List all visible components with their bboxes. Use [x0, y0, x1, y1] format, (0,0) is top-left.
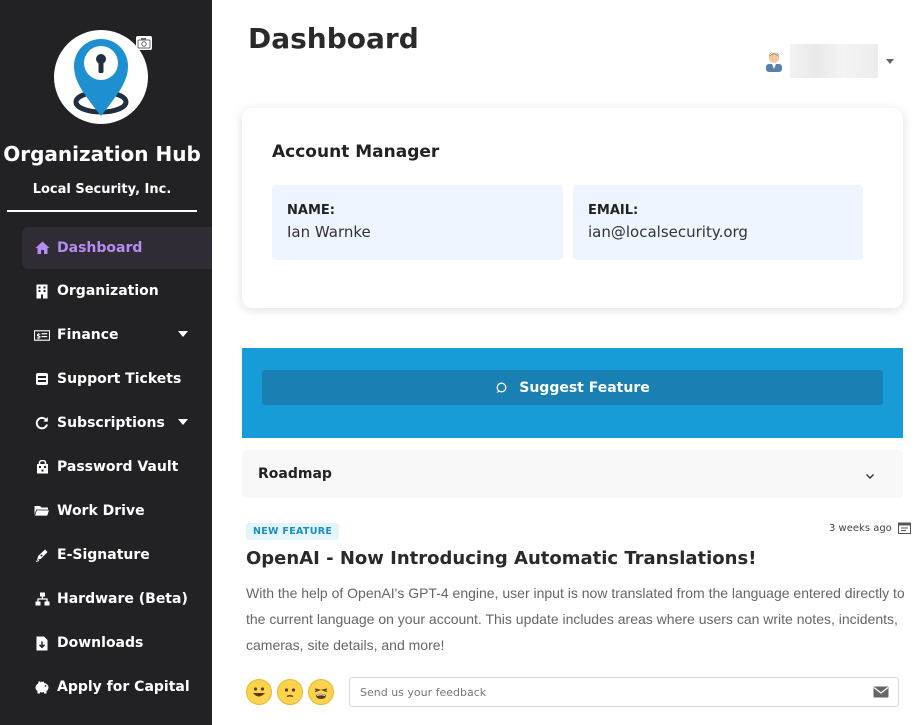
chevron-down-icon[interactable]: [178, 419, 188, 425]
name-value: Ian Warnke: [287, 223, 371, 241]
feedback-input[interactable]: [349, 677, 899, 707]
home-icon: [34, 240, 50, 256]
name-box: NAME: Ian Warnke: [272, 185, 563, 260]
download-file-icon: [34, 635, 50, 651]
email-value[interactable]: ian@localsecurity.org: [588, 223, 848, 241]
happy-face-icon[interactable]: [246, 679, 272, 705]
timestamp-text: 3 weeks ago: [829, 522, 892, 534]
roadmap-label: Roadmap: [258, 466, 332, 482]
user-menu[interactable]: [764, 44, 896, 78]
sidebar-item-label: Finance: [57, 327, 119, 343]
tired-face-icon[interactable]: [308, 679, 334, 705]
sidebar-item-dashboard[interactable]: Dashboard: [22, 227, 212, 269]
sidebar-item-finance[interactable]: $ Finance: [22, 313, 212, 357]
sidebar-item-label: Hardware (Beta): [57, 591, 188, 607]
name-label: NAME:: [287, 203, 335, 218]
suggest-feature-label: Suggest Feature: [519, 379, 650, 396]
chevron-down-icon[interactable]: [178, 331, 188, 337]
sidebar: Organization Hub Local Security, Inc. Da…: [0, 0, 212, 725]
chevron-down-icon: [865, 467, 875, 485]
sidebar-item-organization[interactable]: Organization: [22, 269, 212, 313]
sidebar-nav: Dashboard Organization $ Finance Support…: [22, 227, 212, 709]
sidebar-item-label: Work Drive: [57, 503, 145, 519]
building-icon: [34, 283, 50, 299]
ticket-icon: [34, 371, 50, 387]
divider: [7, 210, 197, 212]
org-logo[interactable]: [54, 30, 152, 126]
chevron-down-icon[interactable]: [886, 58, 894, 64]
location-lock-icon: [73, 39, 129, 116]
sidebar-item-label: E-Signature: [57, 547, 150, 563]
camera-icon[interactable]: [136, 36, 152, 50]
network-icon: [34, 591, 50, 607]
sidebar-item-apply-for-capital[interactable]: Apply for Capital: [22, 665, 212, 709]
chat-bubble-icon: [496, 382, 507, 393]
roadmap-accordion[interactable]: Roadmap: [242, 450, 903, 498]
envelope-icon[interactable]: [873, 685, 889, 699]
sidebar-item-label: Dashboard: [57, 240, 143, 256]
money-icon: $: [34, 327, 50, 343]
folder-icon: [34, 503, 50, 519]
sidebar-item-password-vault[interactable]: Password Vault: [22, 445, 212, 489]
news-timestamp: 3 weeks ago: [829, 522, 911, 534]
sidebar-item-label: Support Tickets: [57, 371, 182, 387]
sidebar-item-label: Password Vault: [57, 459, 179, 475]
suggest-feature-band: Suggest Feature: [242, 348, 903, 438]
card-title: Account Manager: [272, 142, 440, 162]
sidebar-item-hardware[interactable]: Hardware (Beta): [22, 577, 212, 621]
calendar-icon: [897, 522, 911, 534]
sidebar-item-label: Subscriptions: [57, 415, 165, 431]
news-title: OpenAI - Now Introducing Automatic Trans…: [246, 548, 757, 569]
sidebar-item-downloads[interactable]: Downloads: [22, 621, 212, 665]
sidebar-item-label: Organization: [57, 283, 159, 299]
pen-icon: [34, 547, 50, 563]
news-body: With the help of OpenAI's GPT-4 engine, …: [246, 585, 905, 653]
sidebar-item-label: Downloads: [57, 635, 144, 651]
account-manager-card: Account Manager NAME: Ian Warnke EMAIL: …: [242, 108, 903, 308]
neutral-face-icon[interactable]: [277, 679, 303, 705]
sidebar-item-work-drive[interactable]: Work Drive: [22, 489, 212, 533]
user-name-redacted: [790, 44, 878, 78]
suggest-feature-button[interactable]: Suggest Feature: [262, 370, 883, 405]
email-box: EMAIL: ian@localsecurity.org: [573, 185, 863, 260]
sidebar-item-e-signature[interactable]: E-Signature: [22, 533, 212, 577]
org-subtitle: Local Security, Inc.: [32, 182, 172, 197]
new-feature-badge: NEW FEATURE: [246, 523, 340, 540]
sidebar-item-subscriptions[interactable]: Subscriptions: [22, 401, 212, 445]
email-label: EMAIL:: [588, 203, 639, 218]
sidebar-item-label: Apply for Capital: [57, 679, 190, 695]
user-avatar-icon: [764, 50, 784, 72]
vault-icon: [34, 459, 50, 475]
logo-circle: [54, 30, 148, 124]
page-title: Dashboard: [248, 22, 419, 55]
piggy-bank-icon: [34, 679, 50, 695]
svg-text:$: $: [36, 332, 41, 340]
sidebar-item-support-tickets[interactable]: Support Tickets: [22, 357, 212, 401]
refresh-icon: [34, 415, 50, 431]
org-title: Organization Hub: [3, 142, 201, 166]
